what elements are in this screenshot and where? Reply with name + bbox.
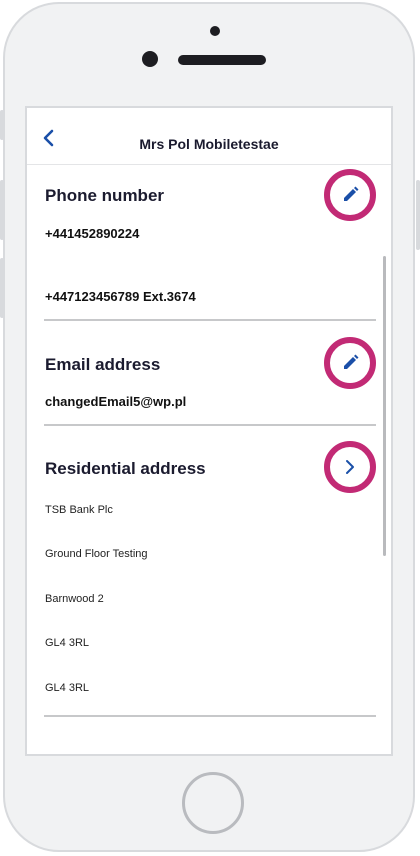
front-sensor <box>210 26 220 36</box>
address-line: Ground Floor Testing <box>45 548 148 560</box>
chevron-right-icon <box>346 460 354 474</box>
email-value: changedEmail5@wp.pl <box>45 394 187 409</box>
phone-secondary-value: +447123456789 Ext.3674 <box>45 289 196 304</box>
nav-header: Mrs Pol Mobiletestae <box>27 108 391 165</box>
address-heading: Residential address <box>45 459 206 478</box>
address-line: TSB Bank Plc <box>45 504 113 516</box>
open-address-button[interactable] <box>324 441 376 493</box>
edit-email-button[interactable] <box>324 337 376 389</box>
divider <box>44 319 376 321</box>
side-switch <box>0 110 4 140</box>
divider <box>44 424 376 426</box>
divider <box>44 715 376 717</box>
address-line: Barnwood 2 <box>45 593 104 605</box>
edit-phone-button[interactable] <box>324 169 376 221</box>
pencil-icon <box>344 186 359 201</box>
volume-up <box>0 180 4 240</box>
pencil-icon <box>344 354 359 369</box>
home-button[interactable] <box>182 772 244 834</box>
scrollbar[interactable] <box>383 256 386 556</box>
address-line: GL4 3RL <box>45 682 90 694</box>
volume-down <box>0 258 4 318</box>
phone-heading: Phone number <box>45 186 165 205</box>
front-camera <box>142 51 158 67</box>
power-button <box>416 180 420 250</box>
phone-primary-value: +441452890224 <box>45 226 140 241</box>
page-title: Mrs Pol Mobiletestae <box>139 136 279 152</box>
earpiece-speaker <box>178 55 266 65</box>
address-line: GL4 3RL <box>45 637 90 649</box>
email-heading: Email address <box>45 355 161 374</box>
